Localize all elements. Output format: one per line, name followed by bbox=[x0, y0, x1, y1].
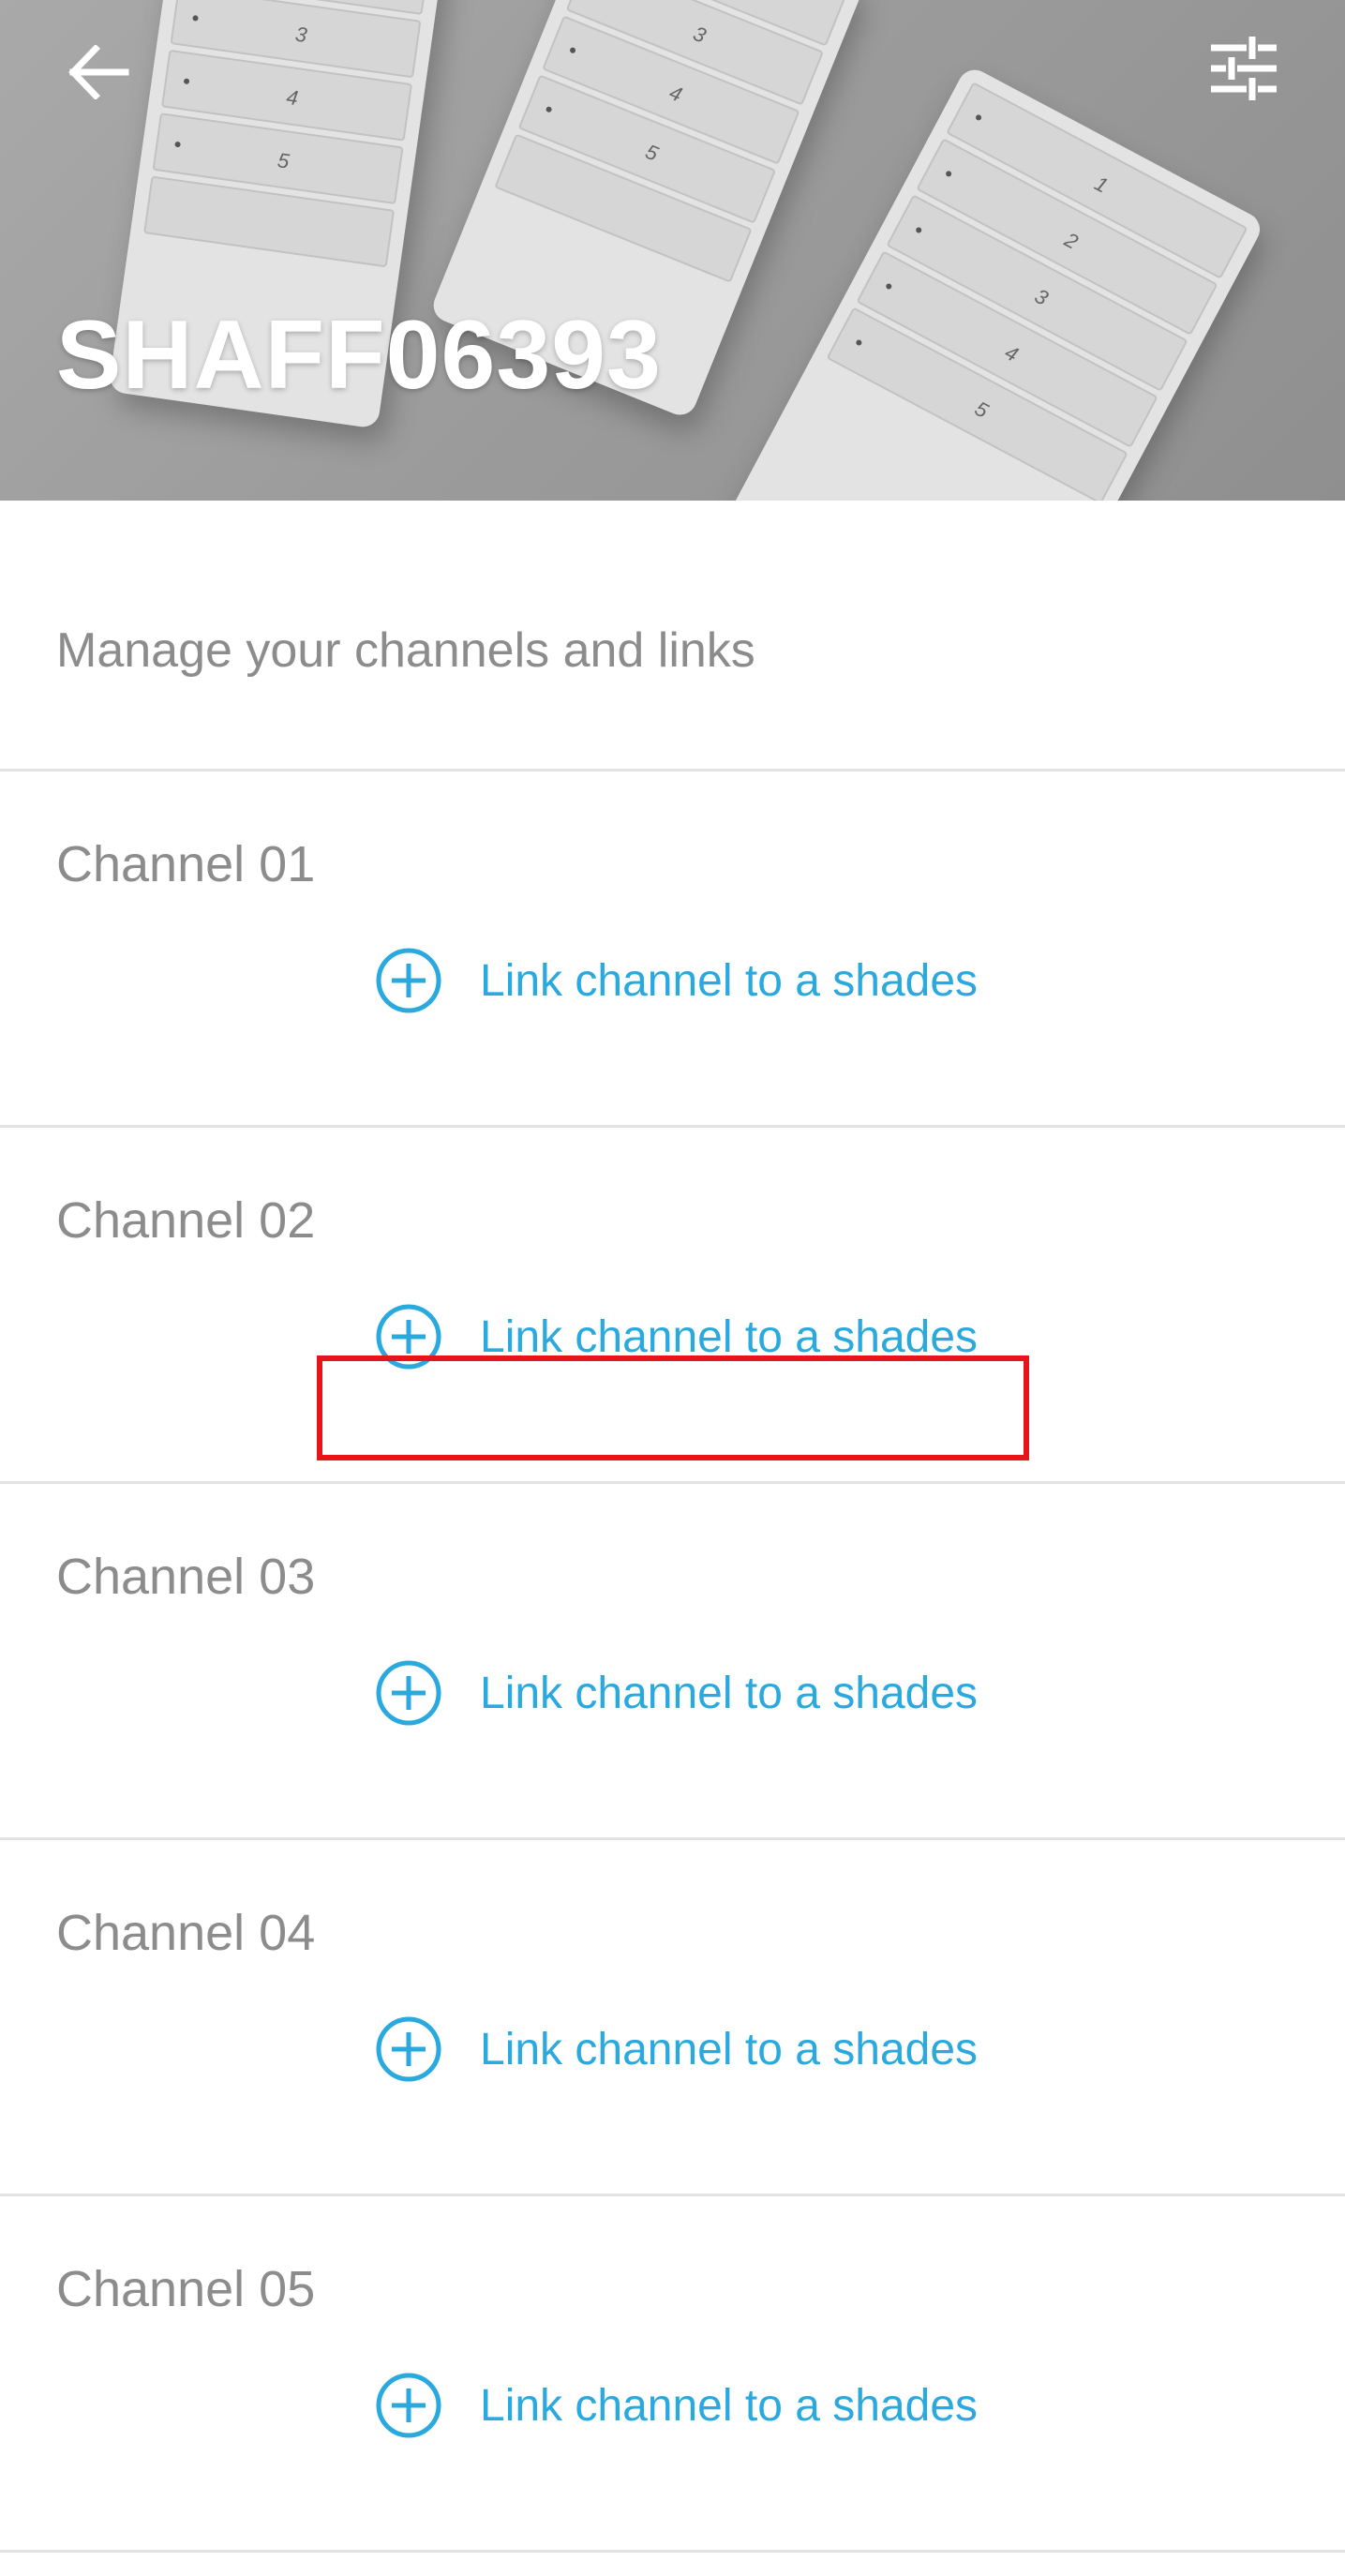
channel-row-01: Channel 01 Link channel to a shades bbox=[0, 771, 1345, 1128]
channel-name: Channel 02 bbox=[56, 1192, 316, 1249]
channel-name: Channel 04 bbox=[56, 1905, 316, 1961]
channel-row-04: Channel 04 Link channel to a shades bbox=[0, 1840, 1345, 2196]
header-banner: 2 3 4 5 2 3 4 5 1 2 3 4 5 bbox=[0, 0, 1345, 501]
divider bbox=[0, 2550, 1345, 2553]
page-subtitle: Manage your channels and links bbox=[56, 623, 755, 678]
add-circle-icon bbox=[376, 1660, 441, 1726]
arrow-left-icon bbox=[68, 45, 129, 99]
channel-name: Channel 05 bbox=[56, 2261, 316, 2317]
highlight-box bbox=[317, 1355, 1029, 1460]
device-title: SHAFF06393 bbox=[56, 301, 662, 410]
channel-management-screen: 2 3 4 5 2 3 4 5 1 2 3 4 5 bbox=[0, 0, 1345, 2576]
add-circle-icon bbox=[376, 948, 441, 1013]
link-channel-label: Link channel to a shades bbox=[480, 2024, 979, 2074]
link-channel-button[interactable]: Link channel to a shades bbox=[367, 2354, 986, 2457]
link-channel-label: Link channel to a shades bbox=[480, 955, 979, 1006]
add-circle-icon bbox=[376, 2016, 441, 2082]
sliders-icon bbox=[1211, 37, 1277, 100]
link-channel-button[interactable]: Link channel to a shades bbox=[367, 1641, 986, 1745]
subtitle-section: Manage your channels and links bbox=[0, 501, 1345, 771]
settings-button[interactable] bbox=[1202, 26, 1286, 111]
channel-row-03: Channel 03 Link channel to a shades bbox=[0, 1484, 1345, 1840]
channel-row-05: Channel 05 Link channel to a shades bbox=[0, 2196, 1345, 2553]
add-circle-icon bbox=[376, 2373, 441, 2438]
remote-photo-background: 2 3 4 5 2 3 4 5 1 2 3 4 5 bbox=[0, 0, 1345, 501]
link-channel-button[interactable]: Link channel to a shades bbox=[367, 929, 986, 1032]
channel-name: Channel 01 bbox=[56, 836, 316, 892]
channel-name: Channel 03 bbox=[56, 1549, 316, 1605]
link-channel-button[interactable]: Link channel to a shades bbox=[367, 1998, 986, 2101]
link-channel-label: Link channel to a shades bbox=[480, 2380, 979, 2431]
link-channel-label: Link channel to a shades bbox=[480, 1668, 979, 1718]
back-button[interactable] bbox=[58, 32, 139, 112]
